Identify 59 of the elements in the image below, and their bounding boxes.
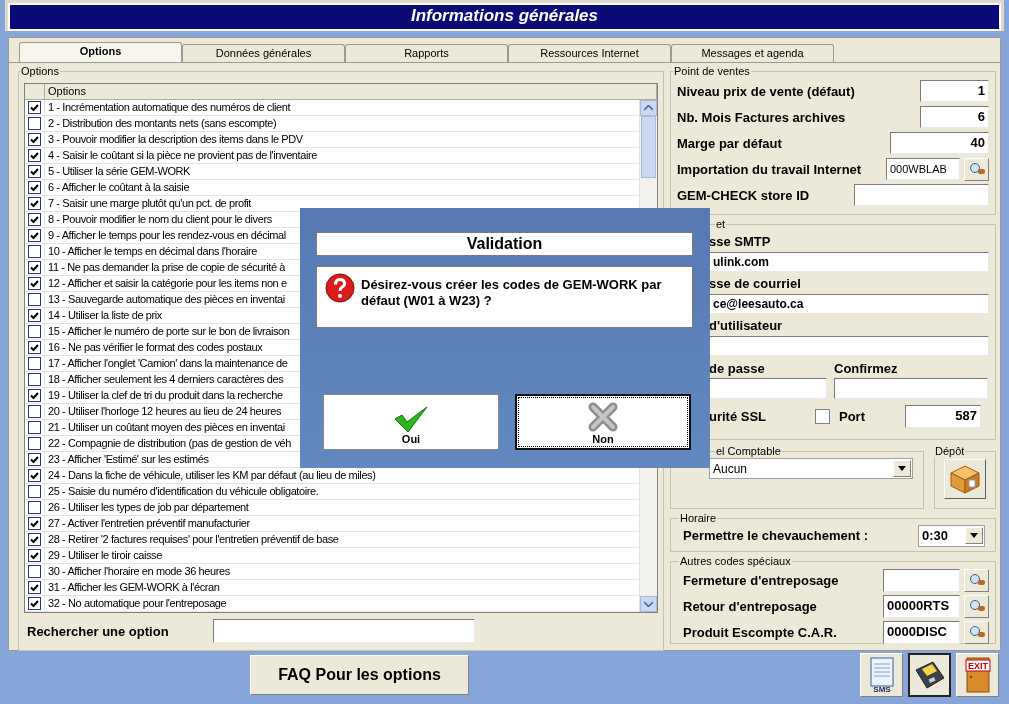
option-label: 2 - Distribution des montants nets (sans escompte) [47,116,277,131]
option-label: 8 - Pouvoir modifier le nom du client pour le divers [47,212,272,227]
option-label: 1 - Incrémentation automatique des numéros de client [47,100,291,115]
dialog-message: Désirez-vous créer les codes de GEM-WORK par défaut (W01 à W23) ? [361,276,663,309]
option-label: 23 - Afficher 'Estimé' sur les estimés [47,452,209,467]
group-title: Autres codes spéciaux [679,555,792,567]
group-title: Dépôt [934,445,966,457]
option-label: 10 - Afficher le temps en décimal dans l'horaire [47,244,257,259]
group-title: et [715,218,727,230]
field-label: Port [839,408,866,424]
option-label: 16 - Ne pas vérifier le format des codes postaux [47,340,263,355]
option-label: 14 - Utiliser la liste de prix [47,308,162,323]
field-label: Marge par défaut [677,135,782,151]
window-title: Informations générales [8,3,1001,31]
field-label: Retour d'entreposage [683,598,818,614]
field-label: Confirmez [834,360,899,378]
option-label: 29 - Utiliser le tiroir caisse [47,548,162,563]
option-label: 31 - Afficher les GEM-WORK à l'écran [47,580,220,595]
option-label: 5 - Utiliser la série GEM-WORK [47,164,191,179]
option-label: 4 - Saisir le coûtant si la pièce ne provient pas de l'inventaire [47,148,317,163]
option-label: 11 - Ne pas demander la prise de copie de sécurité à [47,260,286,275]
field-label: sse de courriel [709,275,802,293]
option-label: 7 - Saisir une marge plutôt qu'un pct. de profit [47,196,252,211]
option-label: 30 - Afficher l'horaire en mode 36 heures [47,564,230,579]
option-label: 26 - Utiliser les types de job par département [47,500,249,515]
option-label: 22 - Compagnie de distribution (pas de gestion de véh [47,436,291,451]
option-label: 13 - Sauvegarde automatique des pièces en inventai [47,292,285,307]
field-label: Produit Escompte C.A.R. [683,624,838,640]
option-label: 20 - Utiliser l'horloge 12 heures au lieu de 24 heures [47,404,282,419]
option-label: 15 - Afficher le numéro de porte sur le bon de livraison [47,324,290,339]
field-label: Permettre le chevauchement : [683,527,868,543]
field-label: sse SMTP [709,233,772,251]
option-label: 18 - Afficher seulement les 4 derniers caractères des [47,372,284,387]
field-label: Fermeture d'entreposage [683,572,840,588]
field-label: GEM-CHECK store ID [677,187,810,203]
option-label: 9 - Afficher le temps pour les rendez-vous en décimal [47,228,286,243]
option-label: 32 - No automatique pour l'entreposage [47,596,227,611]
field-label: urité SSL [709,408,768,424]
option-label: 12 - Afficher et saisir la catégorie pour les items non e [47,276,287,291]
option-label: 19 - Utiliser la clef de tri du produit dans la recherche [47,388,283,403]
option-label: 17 - Afficher l'onglet 'Camion' dans la maintenance de [47,356,288,371]
option-label: 3 - Pouvoir modifier la description des items dans le PDV [47,132,303,147]
field-label: Niveau prix de vente (défaut) [677,83,855,99]
dialog-title: Validation [316,232,693,256]
field-label: d'utilisateur [709,317,784,335]
option-label: 21 - Utiliser un coûtant moyen des pièces en inventai [47,420,285,435]
option-label: 25 - Saisie du numéro d'identification du véhicule obligatoire. [47,484,319,499]
field-label: Importation du travail Internet [677,161,862,177]
group-title: Options [20,65,60,77]
group-title: Horaire [679,512,718,524]
option-label: 6 - Afficher le coûtant à la saisie [47,180,190,195]
field-label: de passe [709,360,766,378]
field-label: Nb. Mois Factures archives [677,109,846,125]
option-label: 27 - Activer l'entretien préventif manufacturier [47,516,250,531]
option-label: 28 - Retirer '2 factures requises' pour l'entretien préventif de base [47,532,339,547]
option-label: 24 - Dans la fiche de véhicule, utiliser les KM par défaut (au lieu de miles) [47,468,376,483]
group-title: el Comptable [715,445,782,457]
group-title: Point de ventes [673,65,751,77]
search-label: Rechercher une option [27,623,169,639]
